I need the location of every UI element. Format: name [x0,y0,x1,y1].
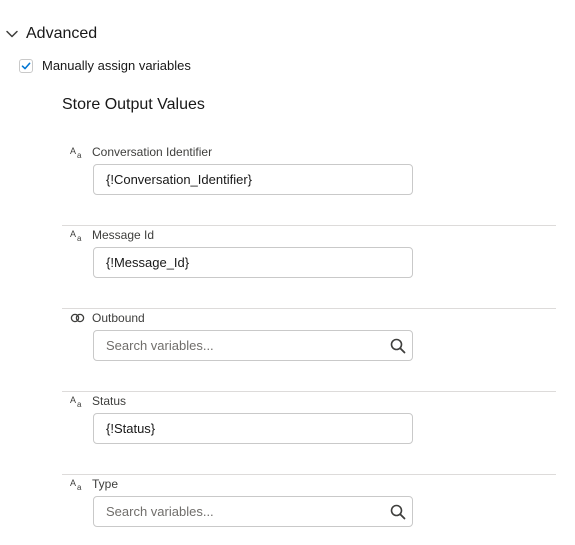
outbound-search-input[interactable]: Search variables... [93,330,413,361]
field-conversation-identifier: A a Conversation Identifier {!Conversati… [62,143,556,226]
advanced-section-toggle[interactable]: Advanced [4,22,97,46]
boolean-type-icon [70,311,86,325]
svg-text:a: a [77,151,82,159]
field-status: A a Status {!Status} [62,392,556,475]
conversation-identifier-input[interactable]: {!Conversation_Identifier} [93,164,413,195]
search-icon [390,338,406,354]
text-type-icon: A a [70,394,86,408]
svg-text:A: A [70,395,76,405]
field-message-id: A a Message Id {!Message_Id} [62,226,556,309]
search-icon [390,504,406,520]
svg-text:A: A [70,229,76,239]
svg-text:A: A [70,478,76,488]
svg-text:a: a [77,234,82,242]
field-type: A a Type Search variables... [62,475,556,545]
field-outbound: Outbound Search variables... [62,309,556,392]
field-label: Outbound [92,311,145,325]
field-label: Status [92,394,127,408]
section-title: Advanced [26,25,98,42]
svg-text:A: A [70,146,76,156]
text-type-icon: A a [70,477,86,491]
flow-element-panel: Advanced Manually assign variables Store… [0,0,575,545]
subsection-title: Store Output Values [62,96,205,113]
status-input[interactable]: {!Status} [93,413,413,444]
checkmark-icon [21,62,31,69]
checkbox-label: Manually assign variables [42,58,191,73]
chevron-down-icon [4,26,20,42]
field-label: Type [92,477,119,491]
input-placeholder: Search variables... [106,338,214,353]
input-placeholder: Search variables... [106,504,214,519]
input-value: {!Conversation_Identifier} [106,172,252,187]
input-value: {!Status} [106,421,156,436]
svg-text:a: a [77,400,82,408]
field-label: Message Id [92,228,155,242]
input-value: {!Message_Id} [106,255,190,270]
manually-assign-variables-checkbox[interactable] [19,58,33,73]
text-type-icon: A a [70,228,86,242]
message-id-input[interactable]: {!Message_Id} [93,247,413,278]
svg-text:a: a [77,483,82,491]
field-label: Conversation Identifier [92,145,213,159]
text-type-icon: A a [70,145,86,159]
manually-assign-variables-checkbox-row[interactable]: Manually assign variables [19,58,191,73]
type-search-input[interactable]: Search variables... [93,496,413,527]
